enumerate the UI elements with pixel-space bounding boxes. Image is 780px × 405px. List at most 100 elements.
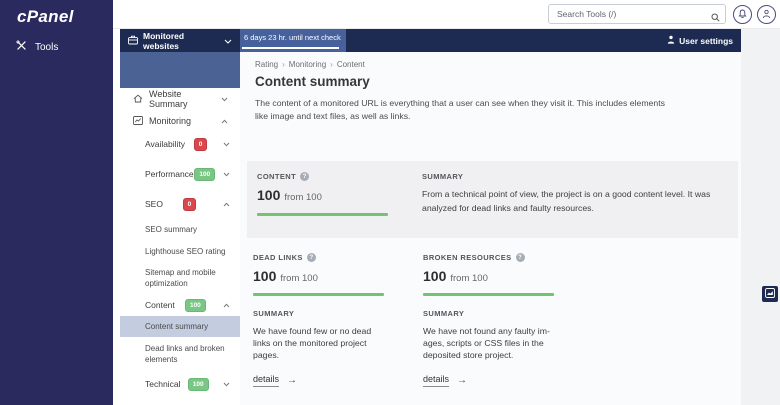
countdown-label: 6 days 23 hr. until next check	[244, 33, 341, 42]
help-icon[interactable]: ?	[300, 172, 309, 181]
sidebar-item-technical[interactable]: Technical 100	[120, 373, 240, 395]
score-progress-bar	[423, 293, 554, 296]
content-summary-column: SUMMARY From a technical point of view, …	[422, 172, 724, 238]
user-settings-button[interactable]: User settings	[667, 29, 741, 52]
arrow-right-icon: →	[287, 375, 297, 386]
broken-resources-details-link[interactable]: details →	[423, 374, 467, 387]
sidebar-nav: Website Summary Monitoring Availability …	[120, 88, 240, 405]
chevron-up-icon	[223, 300, 230, 310]
score-label: BROKEN RESOURCES	[423, 253, 512, 262]
user-settings-label: User settings	[679, 36, 733, 46]
rail-item-label: Tools	[35, 42, 58, 53]
person-icon	[667, 35, 675, 46]
chevron-down-icon	[223, 169, 230, 179]
score-label: DEAD LINKS	[253, 253, 303, 262]
sidebar-item-seo-summary[interactable]: SEO summary	[120, 222, 240, 238]
briefcase-icon	[128, 35, 138, 47]
summary-label: SUMMARY	[253, 309, 387, 318]
content-score-column: CONTENT ? 100 from 100	[257, 172, 422, 238]
sidebar-item-label: Website Summary	[149, 89, 215, 109]
sidebar-item-label: Content summary	[145, 321, 208, 333]
chevron-up-icon	[221, 116, 228, 126]
sidebar-item-sitemap-mobile-optimization[interactable]: Sitemap and mobile optimization	[120, 265, 240, 291]
left-rail: cPanel Tools	[0, 0, 113, 405]
status-badge: 100	[185, 299, 206, 312]
sidebar-item-seo[interactable]: SEO 0	[120, 193, 240, 215]
score-denominator: from 100	[284, 192, 322, 203]
sidebar-item-label: Availability	[145, 139, 185, 149]
monitoring-icon	[133, 116, 143, 127]
breadcrumb-item-monitoring[interactable]: Monitoring	[289, 60, 326, 69]
status-badge: 100	[188, 378, 209, 391]
score-label: CONTENT	[257, 172, 296, 181]
arrow-right-icon: →	[457, 375, 467, 386]
app-toolbar: Monitored websites 6 days 23 hr. until n…	[120, 29, 741, 52]
cpanel-logo: cPanel	[17, 7, 74, 27]
details-link-label: details	[423, 374, 449, 387]
page-title: Content summary	[255, 74, 370, 89]
feedback-chart-button[interactable]	[762, 286, 778, 302]
breadcrumb-item-rating[interactable]: Rating	[255, 60, 278, 69]
help-icon[interactable]: ?	[516, 253, 525, 262]
chevron-down-icon	[224, 36, 232, 46]
tools-icon	[16, 40, 27, 54]
summary-label: SUMMARY	[422, 172, 724, 181]
sidebar-item-lighthouse-seo-rating[interactable]: Lighthouse SEO rating	[120, 244, 240, 260]
sidebar-item-website-summary[interactable]: Website Summary	[120, 90, 240, 108]
site-selector-button[interactable]: Monitored websites	[120, 29, 240, 52]
dead-links-details-link[interactable]: details →	[253, 374, 297, 387]
details-link-label: details	[253, 374, 279, 387]
next-check-countdown-badge: 6 days 23 hr. until next check	[240, 29, 346, 52]
help-icon[interactable]: ?	[307, 253, 316, 262]
score-value: 100	[423, 268, 446, 284]
sidebar-item-label: Sitemap and mobile optimization	[145, 267, 230, 290]
page-intro-text: The content of a monitored URL is everyt…	[255, 97, 669, 122]
score-value: 100	[257, 187, 280, 203]
chevron-down-icon	[223, 139, 230, 149]
sidebar-item-dead-links-broken-elements[interactable]: Dead links and broken elements	[120, 341, 240, 367]
sidebar-item-label: SEO summary	[145, 224, 197, 236]
status-badge: 0	[183, 198, 197, 211]
sidebar-item-label: Dead links and broken elements	[145, 343, 230, 366]
chart-icon	[765, 285, 775, 303]
sidebar-item-label: Monitoring	[149, 116, 191, 126]
sidebar-item-monitoring[interactable]: Monitoring	[120, 112, 240, 130]
score-progress-bar	[253, 293, 384, 296]
search-box	[548, 4, 726, 24]
sidebar-top-panel	[120, 52, 240, 88]
sidebar-item-label: Lighthouse SEO rating	[145, 246, 226, 258]
rail-item-tools[interactable]: Tools	[16, 40, 58, 54]
site-selector-label: Monitored websites	[143, 31, 219, 51]
summary-label: SUMMARY	[423, 309, 557, 318]
sidebar-item-performance[interactable]: Performance 100	[120, 163, 240, 185]
breadcrumb-item-content: Content	[337, 60, 365, 69]
summary-text: We have found few or no dead links on th…	[253, 325, 387, 361]
sidebar-item-label: Performance	[145, 169, 194, 179]
status-badge: 0	[194, 138, 208, 151]
home-icon	[133, 94, 143, 105]
search-icon	[711, 9, 720, 27]
summary-text: From a technical point of view, the proj…	[422, 187, 724, 215]
sidebar-item-availability[interactable]: Availability 0	[120, 133, 240, 155]
score-value: 100	[253, 268, 276, 284]
search-input[interactable]	[548, 4, 726, 24]
countdown-progress-bar	[242, 47, 339, 49]
status-badge: 100	[194, 168, 215, 181]
score-denominator: from 100	[450, 273, 488, 284]
account-button[interactable]	[757, 5, 776, 24]
sidebar-item-content[interactable]: Content 100	[120, 294, 240, 316]
broken-resources-card: BROKEN RESOURCES ? 100 from 100 SUMMARY …	[423, 253, 557, 387]
notifications-button[interactable]	[733, 5, 752, 24]
main-content: Rating › Monitoring › Content Content su…	[240, 52, 741, 405]
page-right-margin	[741, 29, 780, 405]
chevron-down-icon	[223, 379, 230, 389]
breadcrumb-separator: ›	[330, 60, 333, 69]
dead-links-card: DEAD LINKS ? 100 from 100 SUMMARY We hav…	[253, 253, 387, 387]
sidebar-item-content-summary[interactable]: Content summary	[120, 316, 240, 337]
top-strip	[113, 0, 780, 29]
bell-icon	[738, 6, 747, 24]
breadcrumb: Rating › Monitoring › Content	[255, 60, 365, 69]
content-score-card: CONTENT ? 100 from 100 SUMMARY From a te…	[247, 161, 738, 238]
breadcrumb-separator: ›	[282, 60, 285, 69]
score-progress-bar	[257, 213, 388, 216]
